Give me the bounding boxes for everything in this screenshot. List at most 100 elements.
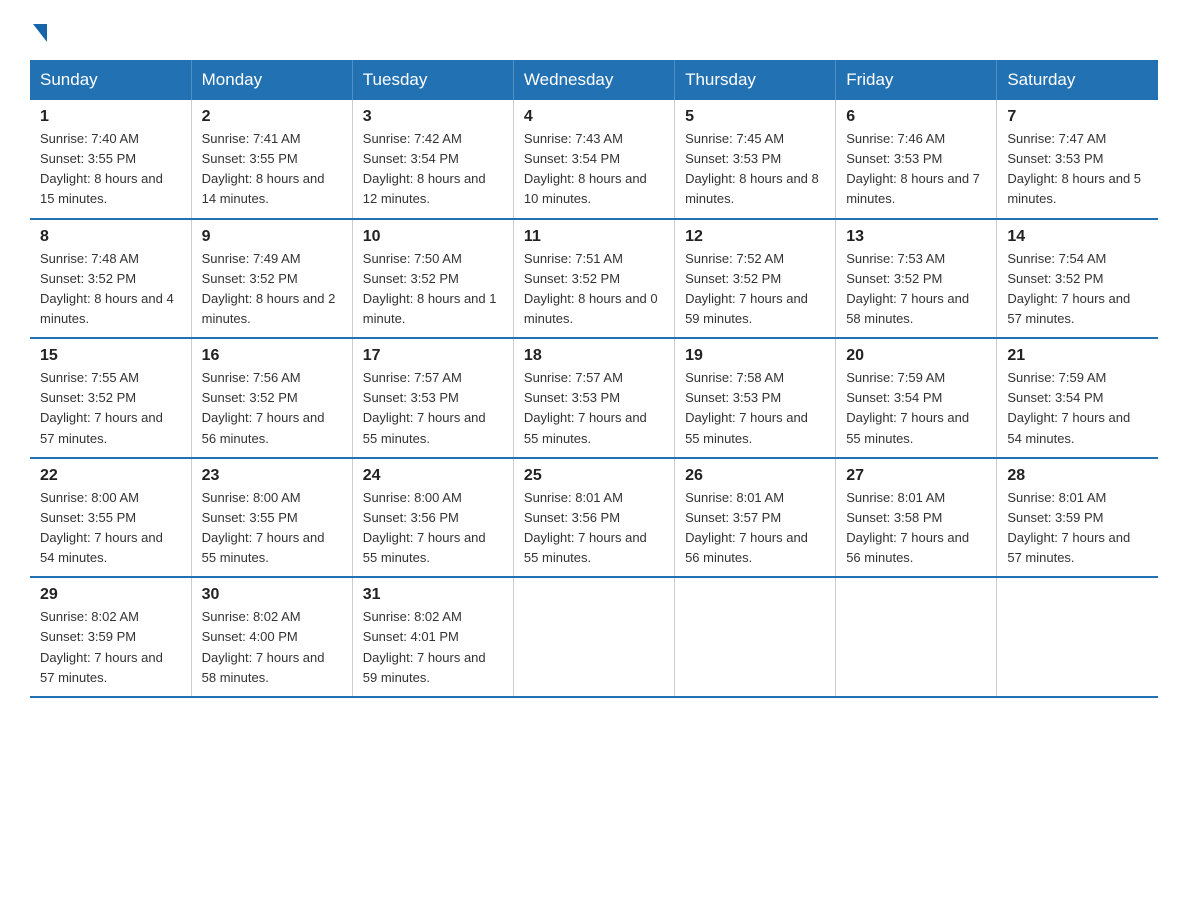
day-number: 5 (685, 108, 825, 126)
day-info: Sunrise: 8:01 AMSunset: 3:57 PMDaylight:… (685, 490, 808, 565)
day-number: 28 (1007, 467, 1148, 485)
day-info: Sunrise: 7:56 AMSunset: 3:52 PMDaylight:… (202, 370, 325, 445)
calendar-cell: 7 Sunrise: 7:47 AMSunset: 3:53 PMDayligh… (997, 100, 1158, 219)
day-number: 4 (524, 108, 664, 126)
calendar-cell: 18 Sunrise: 7:57 AMSunset: 3:53 PMDaylig… (513, 338, 674, 458)
day-info: Sunrise: 8:01 AMSunset: 3:58 PMDaylight:… (846, 490, 969, 565)
day-info: Sunrise: 7:49 AMSunset: 3:52 PMDaylight:… (202, 251, 336, 326)
day-number: 14 (1007, 228, 1148, 246)
calendar-cell: 19 Sunrise: 7:58 AMSunset: 3:53 PMDaylig… (675, 338, 836, 458)
day-info: Sunrise: 7:53 AMSunset: 3:52 PMDaylight:… (846, 251, 969, 326)
day-info: Sunrise: 7:41 AMSunset: 3:55 PMDaylight:… (202, 131, 325, 206)
calendar-cell: 31 Sunrise: 8:02 AMSunset: 4:01 PMDaylig… (352, 577, 513, 697)
day-number: 30 (202, 586, 342, 604)
days-header-row: SundayMondayTuesdayWednesdayThursdayFrid… (30, 60, 1158, 100)
day-of-week-header: Tuesday (352, 60, 513, 100)
day-info: Sunrise: 8:01 AMSunset: 3:59 PMDaylight:… (1007, 490, 1130, 565)
day-number: 2 (202, 108, 342, 126)
calendar-cell (836, 577, 997, 697)
calendar-cell (997, 577, 1158, 697)
day-of-week-header: Saturday (997, 60, 1158, 100)
calendar-cell (675, 577, 836, 697)
day-info: Sunrise: 8:01 AMSunset: 3:56 PMDaylight:… (524, 490, 647, 565)
day-info: Sunrise: 7:54 AMSunset: 3:52 PMDaylight:… (1007, 251, 1130, 326)
calendar-cell: 17 Sunrise: 7:57 AMSunset: 3:53 PMDaylig… (352, 338, 513, 458)
day-number: 20 (846, 347, 986, 365)
day-number: 7 (1007, 108, 1148, 126)
day-info: Sunrise: 7:50 AMSunset: 3:52 PMDaylight:… (363, 251, 497, 326)
day-number: 9 (202, 228, 342, 246)
calendar-cell: 28 Sunrise: 8:01 AMSunset: 3:59 PMDaylig… (997, 458, 1158, 578)
day-info: Sunrise: 7:40 AMSunset: 3:55 PMDaylight:… (40, 131, 163, 206)
day-number: 25 (524, 467, 664, 485)
calendar-cell: 21 Sunrise: 7:59 AMSunset: 3:54 PMDaylig… (997, 338, 1158, 458)
day-of-week-header: Sunday (30, 60, 191, 100)
calendar-table: SundayMondayTuesdayWednesdayThursdayFrid… (30, 60, 1158, 698)
calendar-cell: 3 Sunrise: 7:42 AMSunset: 3:54 PMDayligh… (352, 100, 513, 219)
day-number: 23 (202, 467, 342, 485)
calendar-cell: 9 Sunrise: 7:49 AMSunset: 3:52 PMDayligh… (191, 219, 352, 339)
day-info: Sunrise: 8:02 AMSunset: 3:59 PMDaylight:… (40, 609, 163, 684)
calendar-week-row: 22 Sunrise: 8:00 AMSunset: 3:55 PMDaylig… (30, 458, 1158, 578)
day-info: Sunrise: 7:42 AMSunset: 3:54 PMDaylight:… (363, 131, 486, 206)
calendar-cell: 12 Sunrise: 7:52 AMSunset: 3:52 PMDaylig… (675, 219, 836, 339)
day-info: Sunrise: 8:00 AMSunset: 3:56 PMDaylight:… (363, 490, 486, 565)
day-info: Sunrise: 8:02 AMSunset: 4:00 PMDaylight:… (202, 609, 325, 684)
calendar-cell: 1 Sunrise: 7:40 AMSunset: 3:55 PMDayligh… (30, 100, 191, 219)
day-info: Sunrise: 7:59 AMSunset: 3:54 PMDaylight:… (846, 370, 969, 445)
day-number: 12 (685, 228, 825, 246)
calendar-cell: 29 Sunrise: 8:02 AMSunset: 3:59 PMDaylig… (30, 577, 191, 697)
day-info: Sunrise: 7:51 AMSunset: 3:52 PMDaylight:… (524, 251, 658, 326)
logo (30, 20, 47, 42)
day-info: Sunrise: 7:55 AMSunset: 3:52 PMDaylight:… (40, 370, 163, 445)
day-number: 13 (846, 228, 986, 246)
logo-arrow-icon (33, 24, 47, 42)
calendar-cell: 24 Sunrise: 8:00 AMSunset: 3:56 PMDaylig… (352, 458, 513, 578)
day-info: Sunrise: 8:00 AMSunset: 3:55 PMDaylight:… (40, 490, 163, 565)
page-header (30, 20, 1158, 42)
day-number: 18 (524, 347, 664, 365)
day-number: 21 (1007, 347, 1148, 365)
day-number: 19 (685, 347, 825, 365)
calendar-cell: 6 Sunrise: 7:46 AMSunset: 3:53 PMDayligh… (836, 100, 997, 219)
calendar-week-row: 1 Sunrise: 7:40 AMSunset: 3:55 PMDayligh… (30, 100, 1158, 219)
day-number: 8 (40, 228, 181, 246)
day-number: 29 (40, 586, 181, 604)
calendar-cell: 15 Sunrise: 7:55 AMSunset: 3:52 PMDaylig… (30, 338, 191, 458)
day-info: Sunrise: 7:57 AMSunset: 3:53 PMDaylight:… (524, 370, 647, 445)
calendar-cell: 20 Sunrise: 7:59 AMSunset: 3:54 PMDaylig… (836, 338, 997, 458)
day-number: 6 (846, 108, 986, 126)
day-info: Sunrise: 7:43 AMSunset: 3:54 PMDaylight:… (524, 131, 647, 206)
calendar-cell: 10 Sunrise: 7:50 AMSunset: 3:52 PMDaylig… (352, 219, 513, 339)
calendar-week-row: 8 Sunrise: 7:48 AMSunset: 3:52 PMDayligh… (30, 219, 1158, 339)
calendar-cell: 11 Sunrise: 7:51 AMSunset: 3:52 PMDaylig… (513, 219, 674, 339)
calendar-week-row: 29 Sunrise: 8:02 AMSunset: 3:59 PMDaylig… (30, 577, 1158, 697)
day-info: Sunrise: 7:45 AMSunset: 3:53 PMDaylight:… (685, 131, 819, 206)
day-number: 31 (363, 586, 503, 604)
day-of-week-header: Thursday (675, 60, 836, 100)
calendar-cell: 16 Sunrise: 7:56 AMSunset: 3:52 PMDaylig… (191, 338, 352, 458)
day-of-week-header: Wednesday (513, 60, 674, 100)
calendar-cell: 30 Sunrise: 8:02 AMSunset: 4:00 PMDaylig… (191, 577, 352, 697)
calendar-cell: 22 Sunrise: 8:00 AMSunset: 3:55 PMDaylig… (30, 458, 191, 578)
day-number: 10 (363, 228, 503, 246)
day-number: 24 (363, 467, 503, 485)
day-info: Sunrise: 7:48 AMSunset: 3:52 PMDaylight:… (40, 251, 174, 326)
day-number: 17 (363, 347, 503, 365)
day-number: 26 (685, 467, 825, 485)
calendar-cell (513, 577, 674, 697)
day-info: Sunrise: 7:52 AMSunset: 3:52 PMDaylight:… (685, 251, 808, 326)
day-number: 27 (846, 467, 986, 485)
day-number: 1 (40, 108, 181, 126)
calendar-cell: 25 Sunrise: 8:01 AMSunset: 3:56 PMDaylig… (513, 458, 674, 578)
calendar-cell: 26 Sunrise: 8:01 AMSunset: 3:57 PMDaylig… (675, 458, 836, 578)
day-info: Sunrise: 7:57 AMSunset: 3:53 PMDaylight:… (363, 370, 486, 445)
calendar-cell: 14 Sunrise: 7:54 AMSunset: 3:52 PMDaylig… (997, 219, 1158, 339)
calendar-week-row: 15 Sunrise: 7:55 AMSunset: 3:52 PMDaylig… (30, 338, 1158, 458)
day-of-week-header: Friday (836, 60, 997, 100)
day-info: Sunrise: 8:02 AMSunset: 4:01 PMDaylight:… (363, 609, 486, 684)
day-info: Sunrise: 7:47 AMSunset: 3:53 PMDaylight:… (1007, 131, 1141, 206)
calendar-cell: 27 Sunrise: 8:01 AMSunset: 3:58 PMDaylig… (836, 458, 997, 578)
calendar-cell: 4 Sunrise: 7:43 AMSunset: 3:54 PMDayligh… (513, 100, 674, 219)
day-info: Sunrise: 7:46 AMSunset: 3:53 PMDaylight:… (846, 131, 980, 206)
